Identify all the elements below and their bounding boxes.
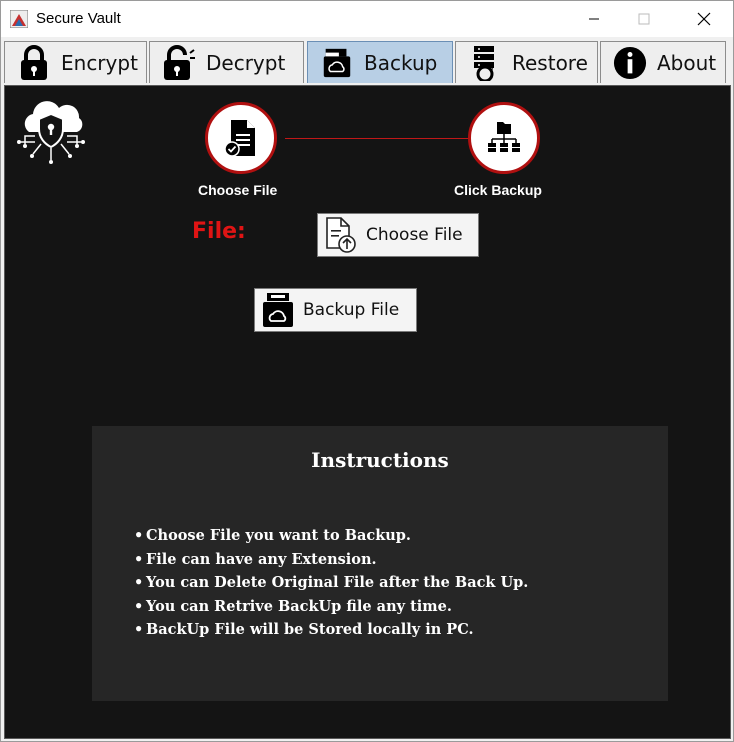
step-choose-file [205,102,277,174]
tab-encrypt[interactable]: Encrypt [4,41,147,83]
tab-label: Encrypt [61,50,138,75]
tab-decrypt[interactable]: Decrypt [149,41,304,83]
tab-label: Decrypt [206,50,286,75]
info-icon [613,45,647,81]
instructions-title: Instructions [311,448,449,472]
unlock-icon [162,44,196,81]
list-item: You can Delete Original File after the B… [146,571,528,595]
restore-icon [468,45,502,81]
tab-label: About [657,50,717,75]
step-label-click-backup: Click Backup [454,182,542,198]
file-upload-icon [322,216,360,254]
server-network-icon [488,122,520,152]
document-check-icon [224,120,255,157]
list-item: Choose File you want to Backup. [146,524,528,548]
step-connector [285,138,471,139]
minimize-button[interactable] [571,1,617,37]
window-title: Secure Vault [36,10,121,27]
choose-file-button[interactable]: Choose File [317,213,479,257]
tab-label: Backup [364,50,438,75]
minimize-icon [589,18,599,20]
list-item: BackUp File will be Stored locally in PC… [146,618,528,642]
title-bar: Secure Vault [1,1,733,37]
list-item: You can Retrive BackUp file any time. [146,595,528,619]
app-window: Secure Vault Encrypt Decrypt Backup Rest… [0,0,734,742]
choose-file-label: Choose File [366,225,463,245]
tab-label: Restore [512,50,588,75]
java-app-icon [10,10,28,28]
tab-bar: Encrypt Decrypt Backup Restore About [1,39,733,85]
close-icon [697,12,711,26]
tab-backup[interactable]: Backup [307,41,453,83]
backup-panel: Choose File Click Backup File: Choose Fi… [4,85,731,739]
backup-file-label: Backup File [303,300,400,320]
maximize-button[interactable] [621,1,667,37]
tab-about[interactable]: About [600,41,726,83]
maximize-icon [638,13,650,25]
cloud-security-shield-icon [17,101,85,164]
instructions-list: Choose File you want to Backup. File can… [146,524,528,642]
backup-icon [320,45,354,81]
backup-file-button[interactable]: Backup File [254,288,417,332]
tab-restore[interactable]: Restore [455,41,598,83]
step-click-backup [468,102,540,174]
step-label-choose-file: Choose File [198,182,278,198]
file-label: File: [192,219,246,244]
cloud-drive-icon [259,291,297,329]
lock-icon [17,44,51,81]
close-button[interactable] [681,1,727,37]
instructions-panel: Instructions Choose File you want to Bac… [92,426,668,701]
list-item: File can have any Extension. [146,548,528,572]
